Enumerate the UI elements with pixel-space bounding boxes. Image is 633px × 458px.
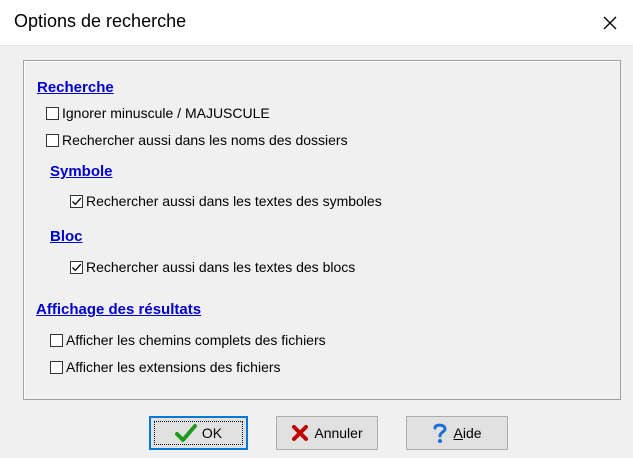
search-symbol-texts-checkbox[interactable] — [70, 194, 83, 208]
button-row: OK Annuler Aide — [0, 416, 633, 450]
section-heading-recherche: Recherche — [37, 79, 114, 96]
search-symbol-texts-option[interactable]: Rechercher aussi dans les textes des sym… — [70, 193, 382, 209]
close-icon — [603, 16, 617, 30]
title-bar: Options de recherche — [0, 0, 633, 46]
search-folder-names-checkbox[interactable] — [46, 133, 59, 147]
show-full-paths-checkbox[interactable] — [50, 333, 63, 347]
section-heading-bloc: Bloc — [50, 228, 83, 245]
close-button[interactable] — [587, 0, 633, 46]
search-symbol-texts-label: Rechercher aussi dans les textes des sym… — [86, 193, 382, 209]
help-button[interactable]: Aide — [406, 416, 508, 450]
search-block-texts-label: Rechercher aussi dans les textes des blo… — [86, 259, 356, 275]
section-heading-affichage: Affichage des résultats — [36, 301, 202, 318]
checkmark-icon — [174, 423, 197, 443]
question-icon — [432, 422, 448, 444]
x-icon — [291, 424, 309, 442]
help-mnemonic: A — [453, 425, 463, 441]
ok-label: OK — [201, 425, 223, 441]
search-block-texts-option[interactable]: Rechercher aussi dans les textes des blo… — [70, 259, 355, 275]
ok-button[interactable]: OK — [149, 416, 248, 450]
help-label: Aide — [453, 425, 481, 441]
show-extensions-label: Afficher les extensions des fichiers — [66, 359, 281, 375]
cancel-button[interactable]: Annuler — [276, 416, 378, 450]
window-title: Options de recherche — [14, 11, 187, 31]
search-folder-names-option[interactable]: Rechercher aussi dans les noms des dossi… — [46, 132, 348, 148]
search-folder-names-label: Rechercher aussi dans les noms des dossi… — [62, 132, 348, 148]
options-panel: Recherche Ignorer minuscule / MAJUSCULE … — [23, 60, 621, 400]
help-label-rest: ide — [462, 425, 482, 441]
ignore-case-checkbox[interactable] — [46, 106, 59, 120]
ignore-case-label: Ignorer minuscule / MAJUSCULE — [62, 105, 270, 121]
checkmark-icon — [72, 263, 82, 271]
show-full-paths-option[interactable]: Afficher les chemins complets des fichie… — [50, 332, 326, 348]
show-full-paths-label: Afficher les chemins complets des fichie… — [66, 332, 326, 348]
show-extensions-option[interactable]: Afficher les extensions des fichiers — [50, 359, 281, 375]
cancel-label: Annuler — [314, 425, 363, 441]
show-extensions-checkbox[interactable] — [50, 360, 63, 374]
search-block-texts-checkbox[interactable] — [70, 260, 83, 274]
dialog-window: Options de recherche Recherche Ignorer m… — [0, 0, 633, 458]
section-heading-symbole: Symbole — [50, 163, 113, 180]
ignore-case-option[interactable]: Ignorer minuscule / MAJUSCULE — [46, 105, 270, 121]
checkmark-icon — [72, 197, 82, 205]
